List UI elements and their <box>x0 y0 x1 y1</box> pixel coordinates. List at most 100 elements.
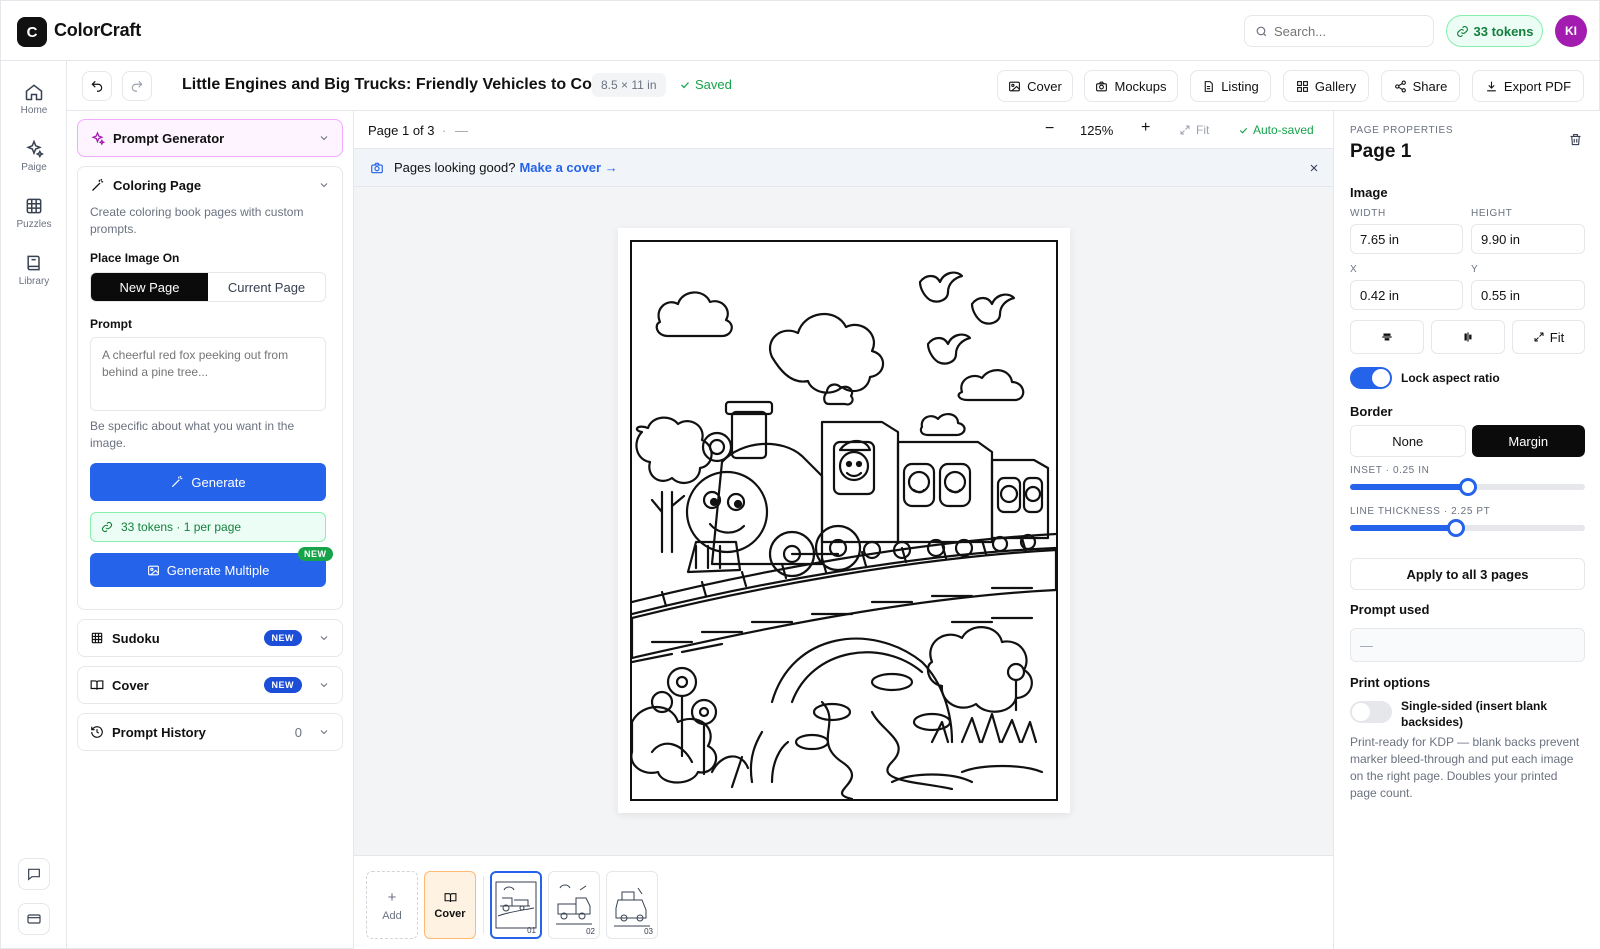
undo-button[interactable] <box>82 71 112 101</box>
fit-button[interactable]: Fit <box>1179 123 1209 137</box>
mockups-button[interactable]: Mockups <box>1084 70 1178 102</box>
prompt-textarea[interactable] <box>90 337 326 411</box>
align-horizontal-button[interactable] <box>1350 320 1424 354</box>
coloring-page-description: Create coloring book pages with custom p… <box>90 205 304 236</box>
generate-label: Generate <box>191 474 246 490</box>
history-icon <box>91 726 103 738</box>
user-avatar[interactable]: KI <box>1555 15 1587 47</box>
rail-item-puzzles[interactable]: Puzzles <box>1 196 67 230</box>
canvas-toolbar: Page 1 of 3 · — − 125% + Fit Auto-saved <box>354 111 1333 149</box>
sudoku-title: Sudoku <box>112 630 160 646</box>
rail-item-home[interactable]: Home <box>1 82 67 116</box>
cover-button[interactable]: Cover <box>997 70 1073 102</box>
add-page-button[interactable]: + Add <box>366 871 418 939</box>
rail-item-paige[interactable]: Paige <box>1 139 67 173</box>
autosave-status: Auto-saved <box>1238 123 1314 137</box>
properties-panel: PAGE PROPERTIES Page 1 Image WIDTH HEIGH… <box>1333 111 1600 949</box>
camera-icon <box>1096 81 1108 91</box>
zoom-level[interactable]: 125% <box>1080 123 1113 138</box>
current-page-option[interactable]: Current Page <box>208 273 325 301</box>
vehicle-thumbnail-icon <box>614 887 650 927</box>
page-thumbnail[interactable]: 01 <box>490 871 542 939</box>
listing-button[interactable]: Listing <box>1190 70 1271 102</box>
trash-icon[interactable] <box>1568 132 1583 147</box>
page-thumbnail[interactable]: 03 <box>606 871 658 939</box>
page-number: 03 <box>644 927 653 936</box>
listing-button-label: Listing <box>1221 78 1259 94</box>
apply-all-button[interactable]: Apply to all 3 pages <box>1350 558 1585 590</box>
coloring-image[interactable] <box>630 240 1058 801</box>
wand-icon <box>172 475 183 488</box>
image-section-title: Image <box>1350 185 1388 200</box>
zoom-in-button[interactable]: + <box>1141 119 1150 137</box>
undo-icon <box>91 80 103 92</box>
rail-item-library[interactable]: Library <box>1 253 67 287</box>
app-logo[interactable]: C <box>17 17 47 47</box>
rail-label-paige: Paige <box>21 162 47 173</box>
sparkles-icon <box>91 130 105 146</box>
tokens-pill[interactable]: 33 tokens <box>1446 15 1543 47</box>
generate-button[interactable]: Generate <box>90 463 326 501</box>
prompt-history-header[interactable]: Prompt History 0 <box>78 714 342 750</box>
x-field[interactable]: 0.42 in <box>1350 280 1463 310</box>
cover-banner: Pages looking good? Make a cover → <box>354 149 1333 187</box>
search-box[interactable] <box>1244 15 1434 47</box>
file-icon <box>1204 80 1214 92</box>
export-pdf-button[interactable]: Export PDF <box>1472 70 1584 102</box>
gallery-button[interactable]: Gallery <box>1283 70 1369 102</box>
align-vertical-button[interactable] <box>1431 320 1505 354</box>
redo-button[interactable] <box>122 71 152 101</box>
share-button[interactable]: Share <box>1381 70 1460 102</box>
page-size-badge: 8.5 × 11 in <box>592 73 666 97</box>
document-header: Little Engines and Big Trucks: Friendly … <box>67 61 1600 111</box>
train-coloring-illustration <box>632 271 1056 799</box>
y-field[interactable]: 0.55 in <box>1471 280 1585 310</box>
book-icon <box>27 255 40 271</box>
inset-slider[interactable] <box>1350 478 1585 496</box>
generate-multiple-button[interactable]: Generate Multiple <box>90 553 326 587</box>
cover-button-label: Cover <box>1027 78 1062 94</box>
prompt-generator-header[interactable]: Prompt Generator <box>78 120 342 156</box>
search-input[interactable] <box>1274 23 1424 39</box>
new-page-option[interactable]: New Page <box>91 273 208 301</box>
page-title: Page 1 <box>1350 141 1412 162</box>
expand-icon <box>1534 332 1544 342</box>
page-canvas[interactable] <box>618 228 1070 813</box>
fit-image-button[interactable]: Fit <box>1512 320 1585 354</box>
height-label: HEIGHT <box>1471 208 1513 219</box>
canvas-area: Page 1 of 3 · — − 125% + Fit Auto-saved … <box>354 111 1333 949</box>
app-name: ColorCraft <box>54 20 141 40</box>
page-thumbnail[interactable]: 02 <box>548 871 600 939</box>
cover-card[interactable]: Cover NEW <box>77 666 343 704</box>
cover-header[interactable]: Cover NEW <box>78 667 342 703</box>
lock-aspect-toggle[interactable] <box>1350 367 1392 389</box>
message-icon <box>28 868 40 881</box>
x-label: X <box>1350 264 1358 275</box>
border-margin-option[interactable]: Margin <box>1471 425 1585 457</box>
prompt-history-card[interactable]: Prompt History 0 <box>77 713 343 751</box>
sudoku-card[interactable]: Sudoku NEW <box>77 619 343 657</box>
chat-button[interactable] <box>18 858 50 890</box>
border-none-option[interactable]: None <box>1350 425 1466 457</box>
single-sided-toggle[interactable] <box>1350 701 1392 723</box>
new-badge: NEW <box>298 547 333 561</box>
sudoku-header[interactable]: Sudoku NEW <box>78 620 342 656</box>
prompt-generator-card[interactable]: Prompt Generator <box>77 119 343 157</box>
zoom-out-button[interactable]: − <box>1045 120 1054 138</box>
coloring-page-header[interactable]: Coloring Page <box>78 167 342 203</box>
rail-label-puzzles: Puzzles <box>16 219 52 230</box>
thickness-slider[interactable] <box>1350 519 1585 537</box>
close-icon[interactable] <box>1308 162 1320 174</box>
inset-slider-handle[interactable] <box>1458 478 1477 496</box>
make-cover-link[interactable]: Make a cover → <box>519 160 617 175</box>
height-field[interactable]: 9.90 in <box>1471 224 1585 254</box>
download-icon <box>1487 81 1496 91</box>
width-field[interactable]: 7.65 in <box>1350 224 1463 254</box>
prompt-history-title: Prompt History <box>112 724 206 740</box>
camera-icon <box>371 162 383 173</box>
billing-button[interactable] <box>18 903 50 935</box>
cover-thumbnail[interactable]: Cover <box>424 871 476 939</box>
document-title[interactable]: Little Engines and Big Trucks: Friendly … <box>182 76 612 94</box>
thickness-slider-handle[interactable] <box>1446 519 1465 537</box>
border-section-title: Border <box>1350 404 1393 419</box>
